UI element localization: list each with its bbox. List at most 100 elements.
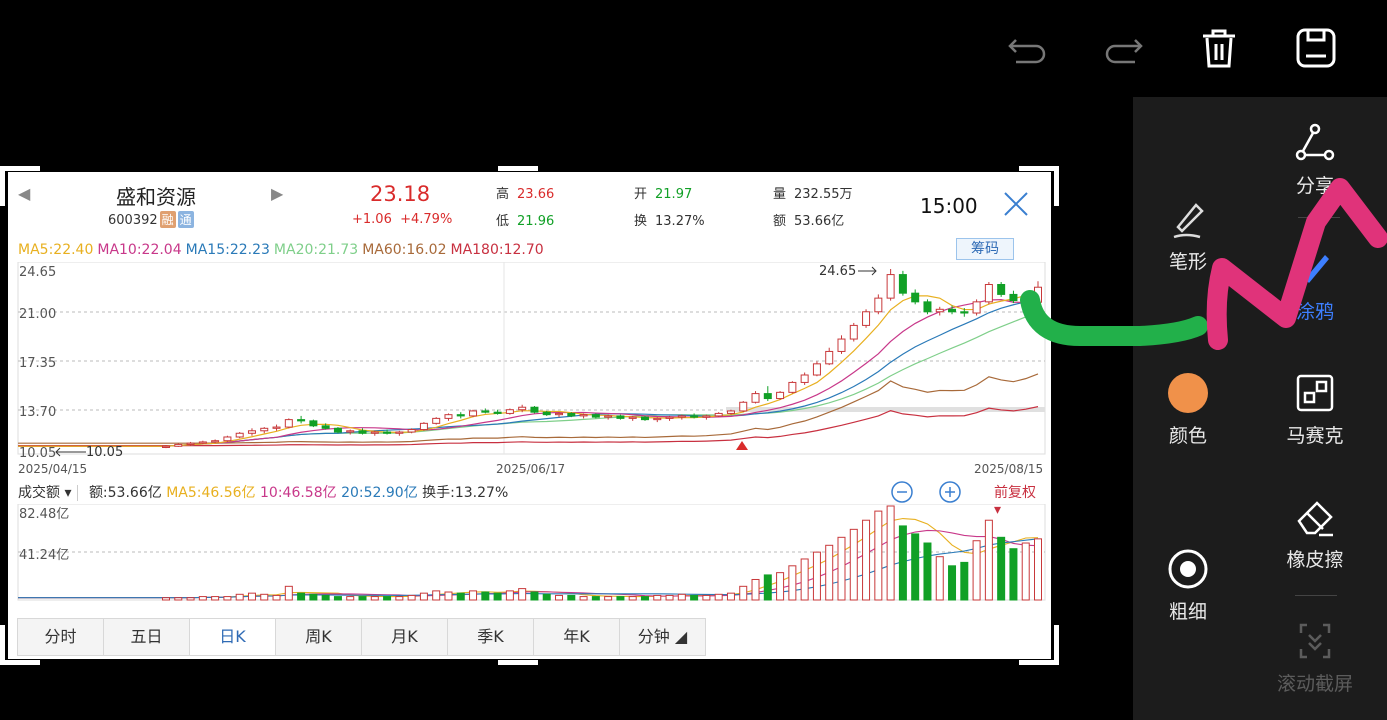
divider bbox=[1295, 595, 1337, 596]
tab-quarterly-k[interactable]: 季K bbox=[447, 618, 534, 656]
candle bbox=[456, 414, 465, 417]
volume-bar bbox=[825, 544, 834, 601]
date-label: 2025/06/17 bbox=[496, 462, 565, 476]
candle bbox=[481, 410, 490, 413]
tab-minute[interactable]: 分钟 ◢ bbox=[619, 618, 706, 656]
undo-button[interactable] bbox=[1006, 26, 1050, 70]
volume-bar bbox=[444, 591, 453, 601]
date-label: 2025/04/15 bbox=[18, 462, 87, 476]
tool-color[interactable]: 颜色 bbox=[1133, 371, 1243, 448]
candle bbox=[174, 443, 183, 447]
tab-five-day[interactable]: 五日 bbox=[103, 618, 190, 656]
volume-bar bbox=[235, 593, 244, 601]
candle bbox=[542, 411, 551, 416]
volume-bar bbox=[333, 596, 342, 601]
candle bbox=[198, 441, 207, 444]
tool-panel: 分享 笔形 涂鸦 颜色 马赛克 橡皮擦 粗细 滚动截屏 bbox=[1133, 97, 1387, 720]
tab-daily-k[interactable]: 日K bbox=[189, 618, 276, 656]
ma5-line bbox=[18, 291, 1039, 447]
tool-doodle[interactable]: 涂鸦 bbox=[1260, 247, 1370, 324]
tool-mosaic[interactable]: 马赛克 bbox=[1260, 371, 1370, 448]
pen-icon bbox=[1173, 203, 1204, 239]
volume-bar bbox=[186, 597, 195, 601]
volume-bar bbox=[432, 590, 441, 601]
candle bbox=[297, 419, 306, 422]
high-marker: 24.65 bbox=[819, 264, 856, 279]
crop-handle-top-left[interactable] bbox=[0, 166, 40, 206]
y-tick: 17.35 bbox=[19, 356, 56, 371]
save-button[interactable] bbox=[1294, 26, 1338, 70]
candle bbox=[776, 391, 785, 400]
event-triangle-icon bbox=[736, 441, 748, 450]
candle bbox=[677, 415, 686, 418]
zoom-in-icon[interactable] bbox=[938, 480, 962, 504]
delete-button[interactable] bbox=[1197, 26, 1241, 70]
candle bbox=[272, 426, 281, 429]
tool-share[interactable]: 分享 bbox=[1260, 121, 1370, 198]
market-time: 15:00 bbox=[920, 194, 978, 218]
candle bbox=[911, 292, 920, 303]
candle bbox=[726, 410, 735, 414]
volume-bar bbox=[542, 593, 551, 601]
low-marker-arrow bbox=[55, 447, 86, 457]
ma10-line bbox=[18, 299, 1039, 447]
high-marker-arrow bbox=[858, 266, 877, 276]
tool-mosaic-label: 马赛克 bbox=[1286, 425, 1344, 447]
candle bbox=[370, 431, 379, 434]
zoom-out-icon[interactable] bbox=[890, 480, 914, 504]
chip-distribution-button[interactable]: 筹码 bbox=[956, 238, 1014, 260]
ma180-line bbox=[18, 406, 1039, 447]
volume-selector[interactable]: 成交额 ▾ bbox=[18, 485, 79, 501]
captured-screenshot: ◀ 盛和资源 ▶ 600392 融通 23.18 +1.06 +4.79% 高 23… bbox=[0, 166, 1059, 665]
tab-weekly-k[interactable]: 周K bbox=[275, 618, 362, 656]
candle bbox=[923, 301, 932, 313]
volume-bar bbox=[1009, 548, 1018, 601]
volume-bar bbox=[284, 585, 293, 601]
next-stock-arrow-icon[interactable]: ▶ bbox=[271, 184, 283, 203]
crop-handle-top[interactable] bbox=[498, 166, 538, 171]
candle bbox=[333, 427, 342, 433]
volume-bar bbox=[665, 594, 674, 601]
tool-thickness[interactable]: 粗细 bbox=[1133, 547, 1243, 624]
volume-bar bbox=[628, 596, 637, 601]
candle bbox=[407, 429, 416, 433]
volume-bar bbox=[247, 592, 256, 601]
crop-handle-top-right[interactable] bbox=[1019, 166, 1059, 206]
volume-bar bbox=[984, 519, 993, 601]
tool-pen-shape-label: 笔形 bbox=[1168, 251, 1207, 273]
undo-icon bbox=[1008, 39, 1046, 64]
volume-bar bbox=[702, 594, 711, 601]
y-tick: 21.00 bbox=[19, 307, 56, 322]
candle bbox=[419, 422, 428, 431]
tool-eraser[interactable]: 橡皮擦 bbox=[1260, 495, 1370, 572]
screenshot-editor: 分享 笔形 涂鸦 颜色 马赛克 橡皮擦 粗细 滚动截屏 ◀ 盛和资源 ▶ 600… bbox=[0, 0, 1387, 720]
candle bbox=[223, 436, 232, 442]
price-chart[interactable]: 24.65 21.00 17.35 13.70 10.05 24.65 10.0… bbox=[16, 262, 1046, 477]
volume-bar bbox=[174, 597, 183, 601]
redo-button[interactable] bbox=[1101, 26, 1145, 70]
tab-yearly-k[interactable]: 年K bbox=[533, 618, 620, 656]
volume-bar bbox=[383, 596, 392, 601]
crop-handle-bottom-left[interactable] bbox=[0, 625, 40, 665]
tool-pen-shape[interactable]: 笔形 bbox=[1133, 197, 1243, 274]
price-change: +1.06 +4.79% bbox=[352, 212, 453, 227]
volume-value: 量 232.55万 bbox=[773, 187, 853, 202]
volume-bar bbox=[518, 588, 527, 601]
crop-handle-bottom-right[interactable] bbox=[1019, 625, 1059, 665]
tab-monthly-k[interactable]: 月K bbox=[361, 618, 448, 656]
tool-share-label: 分享 bbox=[1295, 175, 1334, 197]
candle bbox=[837, 338, 846, 352]
tool-scroll-capture[interactable]: 滚动截屏 bbox=[1260, 619, 1370, 696]
crop-handle-bottom[interactable] bbox=[498, 660, 538, 665]
candle bbox=[284, 419, 293, 428]
tool-eraser-label: 橡皮擦 bbox=[1286, 549, 1344, 571]
volume-bar bbox=[309, 593, 318, 601]
candle bbox=[628, 416, 637, 419]
y-tick: 13.70 bbox=[19, 405, 56, 420]
candle bbox=[383, 431, 392, 434]
volume-bar bbox=[997, 536, 1006, 601]
volume-bar bbox=[972, 540, 981, 601]
candle bbox=[984, 283, 993, 303]
volume-chart[interactable]: 82.48亿 41.24亿 bbox=[16, 504, 1046, 604]
candle bbox=[898, 274, 907, 294]
